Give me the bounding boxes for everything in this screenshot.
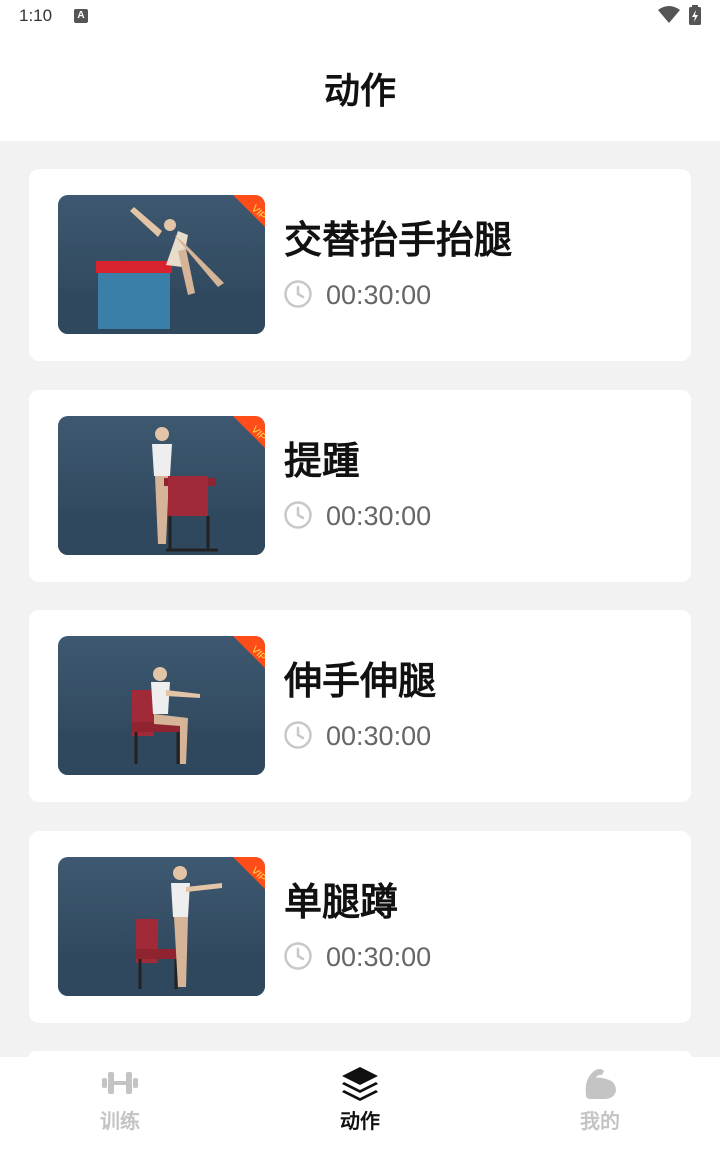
- tab-label: 训练: [100, 1109, 140, 1133]
- clock-icon: [284, 721, 312, 749]
- exercise-title: 伸手伸腿: [284, 659, 437, 703]
- tab-training[interactable]: 训练: [0, 1057, 240, 1152]
- notification-icon: A: [74, 9, 88, 23]
- exercise-thumbnail: VIP: [58, 857, 265, 996]
- bicep-icon: [585, 1069, 616, 1099]
- exercise-duration: 00:30:00: [326, 280, 432, 310]
- bottom-tab-bar: 训练 动作 我的: [0, 1057, 720, 1152]
- battery-icon: [689, 5, 701, 25]
- exercise-duration: 00:30:00: [326, 721, 432, 751]
- clock-icon: [284, 501, 312, 529]
- exercise-duration: 00:30:00: [326, 942, 432, 972]
- exercise-title: 交替抬手抬腿: [284, 218, 513, 262]
- dumbbell-icon: [102, 1072, 138, 1094]
- status-bar: 1:10 A: [0, 0, 720, 36]
- tab-mine[interactable]: 我的: [480, 1057, 720, 1152]
- exercise-title: 单腿蹲: [284, 880, 399, 924]
- exercise-card[interactable]: VIP 单腿蹲 00:30:00: [29, 831, 691, 1023]
- exercise-thumbnail: VIP: [58, 195, 265, 334]
- wifi-icon: [658, 6, 680, 23]
- layers-icon: [342, 1067, 378, 1101]
- tab-actions[interactable]: 动作: [240, 1057, 480, 1152]
- tab-label: 动作: [340, 1109, 380, 1133]
- exercise-card[interactable]: VIP 提踵 00:30:00: [29, 390, 691, 582]
- clock-icon: [284, 280, 312, 308]
- tab-label: 我的: [580, 1109, 620, 1133]
- exercise-thumbnail: VIP: [58, 636, 265, 775]
- exercise-card[interactable]: VIP 交替抬手抬腿 00:30:00: [29, 169, 691, 361]
- page-title: 动作: [323, 71, 396, 112]
- status-time: 1:10: [19, 6, 53, 25]
- app-header: 动作: [0, 36, 720, 141]
- exercise-title: 提踵: [284, 439, 361, 483]
- clock-icon: [284, 942, 312, 970]
- exercise-thumbnail: VIP: [58, 416, 265, 555]
- exercise-duration: 00:30:00: [326, 501, 432, 531]
- exercise-card[interactable]: VIP 伸手伸腿 00:30:00: [29, 610, 691, 802]
